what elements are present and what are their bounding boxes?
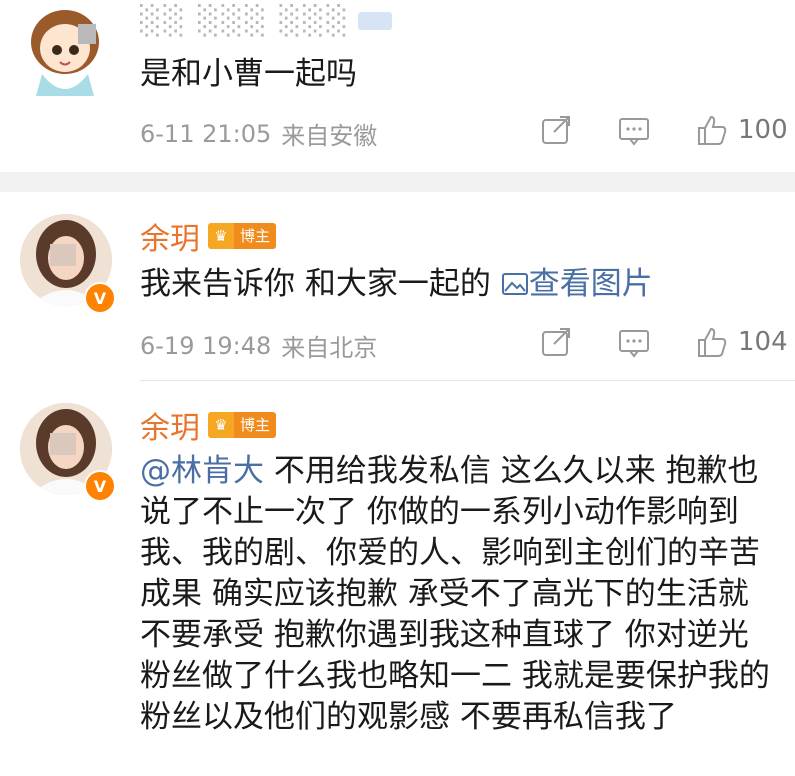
- crown-icon: ♛: [208, 223, 234, 249]
- comment-source: 来自安徽: [281, 122, 378, 150]
- comment-1: ░░ ░░░ ░░░ 是和小曹一起吗 6-11 21:05 来自安徽 100: [0, 0, 795, 172]
- like-icon[interactable]: [696, 326, 728, 358]
- share-icon[interactable]: [540, 326, 572, 358]
- comment-text: 是和小曹一起吗: [140, 56, 357, 92]
- text-line: 成果 确实应该抱歉 承受不了高光下的生活就: [140, 576, 749, 612]
- blogger-badge: ♛ 博主: [208, 223, 277, 249]
- like-count: 100: [738, 115, 788, 145]
- username-row: ░░ ░░░ ░░░: [140, 4, 393, 37]
- view-image-label: 查看图片: [528, 266, 653, 302]
- username-row: 余玥 ♛ 博主: [140, 214, 277, 258]
- username[interactable]: 余玥: [140, 214, 200, 258]
- text-line: @林肯大 不用给我发私信 这么久以来 抱歉也: [140, 453, 759, 489]
- image-icon: [501, 273, 528, 295]
- verified-badge-icon: V: [84, 282, 116, 314]
- view-image-link[interactable]: 查看图片: [501, 266, 653, 302]
- comment-3: 余玥 ♛ 博主 @林肯大 不用给我发私信 这么久以来 抱歉也 说了不止一次了 你…: [0, 381, 795, 776]
- action-bar: 100: [540, 114, 788, 146]
- comment-body: 我来告诉你 和大家一起的: [140, 266, 501, 302]
- verified-badge-icon: V: [84, 470, 116, 502]
- mention-link[interactable]: @林肯大: [140, 453, 264, 489]
- text-line: 说了不止一次了 你做的一系列小动作影响到: [140, 494, 739, 530]
- like-count: 104: [738, 327, 788, 357]
- text-line: 粉丝做了什么我也略知一二 我就是要保护我的: [140, 658, 770, 694]
- comment-text: 我来告诉你 和大家一起的 查看图片: [140, 264, 653, 305]
- section-divider: [0, 172, 795, 192]
- action-bar: 104: [540, 326, 788, 358]
- comment-2: 余玥 ♛ 博主 我来告诉你 和大家一起的 查看图片 6-19 19:48 来自北…: [0, 192, 795, 380]
- text-line: 粉丝以及他们的观影感 不要再私信我了: [140, 699, 677, 735]
- comment-source: 来自北京: [281, 334, 378, 362]
- comment-meta: 6-11 21:05 来自安徽: [140, 116, 377, 151]
- comment-time: 6-19 19:48: [140, 331, 272, 360]
- badge-label: 博主: [234, 412, 277, 438]
- comment-time: 6-11 21:05: [140, 119, 272, 148]
- avatar[interactable]: [24, 2, 106, 98]
- comment-text: @林肯大 不用给我发私信 这么久以来 抱歉也 说了不止一次了 你做的一系列小动作…: [140, 451, 790, 738]
- username[interactable]: 余玥: [140, 403, 200, 447]
- badge-label: 博主: [234, 223, 277, 249]
- share-icon[interactable]: [540, 114, 572, 146]
- crown-icon: ♛: [208, 412, 234, 438]
- cartoon-girl-avatar-icon: [31, 10, 99, 96]
- comment-meta: 6-19 19:48 来自北京: [140, 328, 377, 363]
- comment-icon[interactable]: [618, 326, 650, 358]
- username-row: 余玥 ♛ 博主: [140, 403, 277, 447]
- vip-icon: [358, 11, 393, 30]
- blogger-badge: ♛ 博主: [208, 412, 277, 438]
- username-redacted[interactable]: ░░ ░░░ ░░░: [140, 4, 350, 37]
- like-icon[interactable]: [696, 114, 728, 146]
- comment-icon[interactable]: [618, 114, 650, 146]
- text-line: 我、我的剧、你爱的人、影响到主创们的辛苦: [140, 535, 760, 571]
- text-line: 不要承受 抱歉你遇到我这种直球了 你对逆光: [140, 617, 749, 653]
